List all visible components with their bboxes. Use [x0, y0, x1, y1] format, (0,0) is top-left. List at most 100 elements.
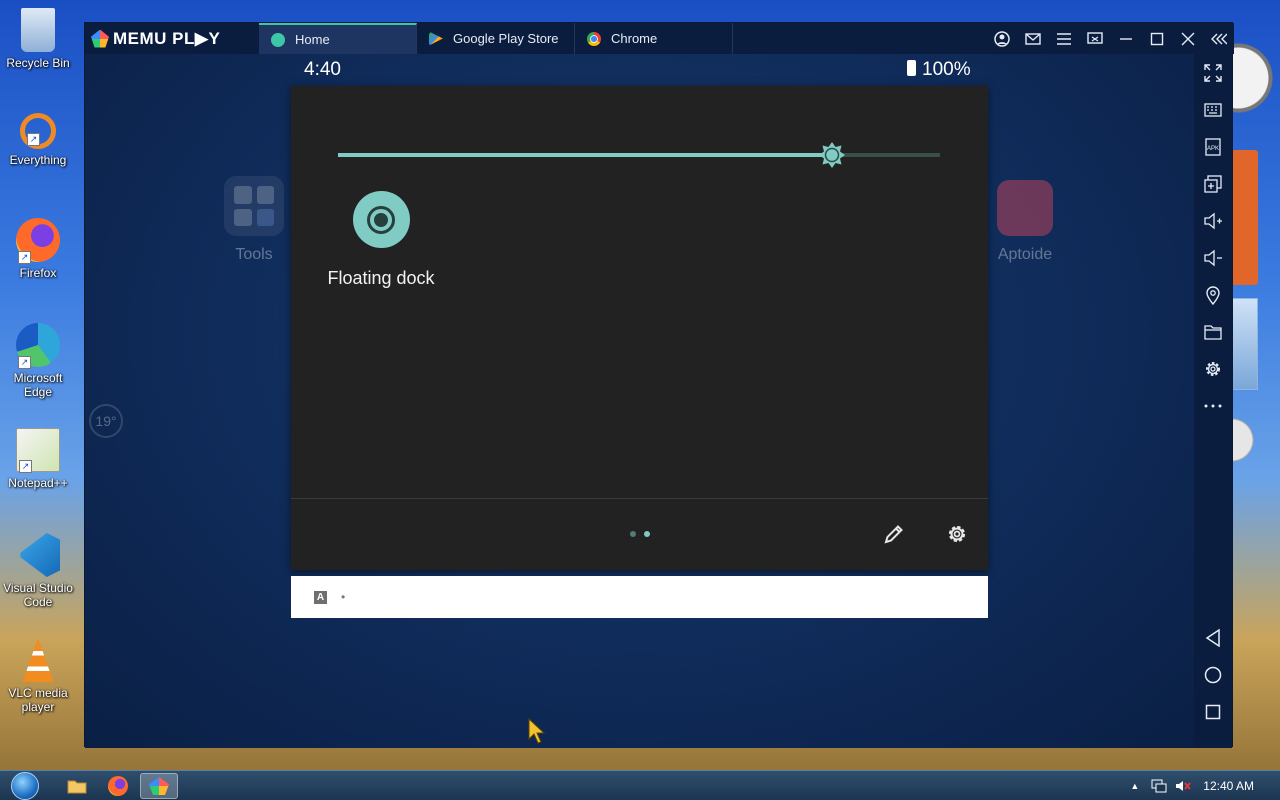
- taskbar-clock[interactable]: 12:40 AM: [1203, 779, 1254, 793]
- menu-icon[interactable]: [1048, 23, 1079, 54]
- status-battery: 100%: [907, 59, 971, 81]
- start-button[interactable]: [6, 771, 44, 800]
- status-time: 4:40: [304, 59, 341, 80]
- desktop-icon-label: Microsoft Edge: [13, 371, 63, 399]
- volume-down-icon[interactable]: [1199, 244, 1227, 272]
- screen-cast-icon[interactable]: [1079, 23, 1110, 54]
- page-indicator-dot[interactable]: [644, 531, 650, 537]
- memu-emulator-window: MEMU PL▶Y Home Google Play Store Chrome: [84, 22, 1234, 748]
- file-explorer-icon: [67, 780, 87, 794]
- svg-text:APK: APK: [1207, 146, 1219, 152]
- shortcut-arrow-icon: ↗: [27, 133, 40, 146]
- weather-widget[interactable]: 19°: [89, 404, 123, 438]
- desktop-icon-recycle-bin[interactable]: Recycle Bin: [2, 8, 74, 70]
- desktop-icon-everything[interactable]: ↗ Everything: [2, 113, 74, 167]
- taskbar-firefox[interactable]: [99, 773, 137, 799]
- notification-bullet: •: [341, 590, 346, 604]
- desktop-icon-edge[interactable]: ↗ Microsoft Edge: [2, 323, 74, 399]
- vscode-icon: [20, 533, 60, 577]
- weather-temp: 19°: [95, 413, 117, 429]
- recents-icon[interactable]: [1199, 698, 1227, 726]
- desktop-icon-notepad-plus-plus[interactable]: ↗ Notepad++: [2, 428, 74, 490]
- tab-chrome[interactable]: Chrome: [575, 23, 733, 54]
- desktop-icon-vscode[interactable]: Visual Studio Code: [2, 533, 74, 609]
- desktop-weather-gadget: [1230, 298, 1258, 390]
- desktop-icon-vlc[interactable]: VLC media player: [2, 638, 74, 714]
- notification-app-icon: A: [314, 590, 327, 604]
- window-controls: [986, 23, 1234, 54]
- collapse-sidebar-icon[interactable]: [1203, 23, 1234, 54]
- android-screen: 4:40 100% Tools Aptoide 19° Floating doc…: [85, 54, 1194, 748]
- quick-settings-footer: [291, 499, 988, 570]
- desktop-icon-label: Visual Studio Code: [3, 581, 73, 609]
- close-icon[interactable]: [1172, 23, 1203, 54]
- home-app-aptoide[interactable]: Aptoide: [989, 180, 1061, 264]
- windows-taskbar: ▲ 12:40 AM: [0, 770, 1280, 800]
- keyboard-icon[interactable]: [1199, 96, 1227, 124]
- emulator-side-toolbar: APK: [1194, 54, 1232, 748]
- fullscreen-icon[interactable]: [1199, 59, 1227, 87]
- android-status-bar: 4:40 100%: [85, 54, 1194, 84]
- show-hidden-icons-icon[interactable]: ▲: [1130, 781, 1139, 791]
- volume-muted-icon[interactable]: [1175, 779, 1191, 793]
- tools-folder-icon: [224, 176, 284, 236]
- volume-up-icon[interactable]: [1199, 207, 1227, 235]
- shortcut-arrow-icon: ↗: [19, 460, 32, 473]
- settings-icon[interactable]: [1199, 355, 1227, 383]
- taskbar-memu[interactable]: [140, 773, 178, 799]
- desktop-clock-gadget: [1228, 8, 1280, 118]
- brightness-slider-fill: [338, 153, 832, 157]
- apk-icon[interactable]: APK: [1199, 133, 1227, 161]
- windows-logo-icon: [11, 772, 39, 800]
- tab-label: Home: [295, 32, 330, 47]
- edge-icon: ↗: [16, 323, 60, 369]
- desktop-icon-label: VLC media player: [8, 686, 68, 714]
- account-icon[interactable]: [986, 23, 1017, 54]
- multi-instance-icon[interactable]: [1199, 170, 1227, 198]
- taskbar-file-explorer[interactable]: [58, 773, 96, 799]
- tab-label: Google Play Store: [453, 31, 559, 46]
- desktop-calendar-gadget: [1230, 150, 1258, 285]
- system-tray: ▲ 12:40 AM: [1130, 771, 1280, 800]
- edit-pencil-icon[interactable]: [881, 521, 907, 547]
- page-indicator: [630, 531, 650, 537]
- desktop-icon-firefox[interactable]: ↗ Firefox: [2, 218, 74, 280]
- tab-label: Chrome: [611, 31, 658, 46]
- tile-label: Floating dock: [327, 268, 435, 288]
- desktop-icon-label: Notepad++: [8, 476, 68, 490]
- maximize-icon[interactable]: [1141, 23, 1172, 54]
- location-icon[interactable]: [1199, 281, 1227, 309]
- home-app-label: Aptoide: [997, 246, 1053, 263]
- shortcut-arrow-icon: ↗: [18, 356, 31, 369]
- tab-home[interactable]: Home: [259, 23, 417, 54]
- firefox-icon: ↗: [16, 218, 60, 264]
- brightness-icon[interactable]: [818, 141, 846, 169]
- mouse-cursor-icon: [528, 717, 546, 744]
- firefox-icon: [108, 776, 128, 796]
- battery-icon: [907, 60, 916, 76]
- brightness-slider[interactable]: [338, 142, 940, 168]
- tab-google-play-store[interactable]: Google Play Store: [417, 23, 575, 54]
- network-icon[interactable]: [1151, 779, 1167, 793]
- floating-dock-icon: [352, 191, 410, 248]
- page-indicator-dot[interactable]: [630, 531, 636, 537]
- notification-card[interactable]: A •: [291, 576, 988, 618]
- desktop-icon-label: Recycle Bin: [6, 56, 70, 70]
- floating-dock-tile[interactable]: Floating dock: [326, 191, 436, 289]
- quick-settings-panel: Floating dock: [291, 86, 988, 570]
- home-app-tools[interactable]: Tools: [219, 176, 289, 264]
- aptoide-icon: [997, 180, 1053, 236]
- memu-logo-text: MEMU PL▶Y: [113, 28, 221, 48]
- memu-logo: MEMU PL▶Y: [85, 23, 259, 54]
- back-icon[interactable]: [1199, 624, 1227, 652]
- minimize-icon[interactable]: [1110, 23, 1141, 54]
- settings-gear-icon[interactable]: [944, 521, 970, 547]
- folder-icon[interactable]: [1199, 318, 1227, 346]
- desktop-icon-label: Everything: [9, 153, 67, 167]
- home-icon[interactable]: [1199, 661, 1227, 689]
- home-tab-icon: [271, 32, 285, 47]
- vlc-icon: [22, 638, 54, 682]
- more-icon[interactable]: [1199, 392, 1227, 420]
- mail-icon[interactable]: [1017, 23, 1048, 54]
- desktop-icon-label: Firefox: [19, 266, 57, 280]
